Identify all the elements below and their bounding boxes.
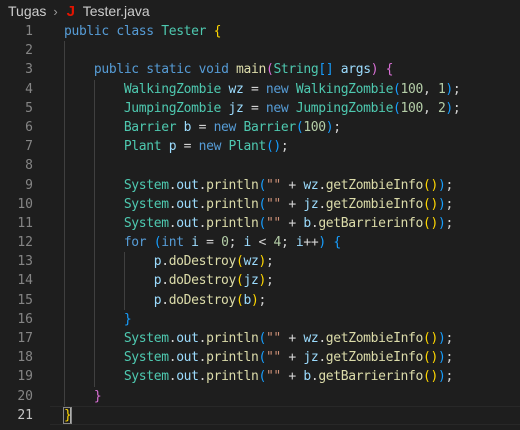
code-text[interactable]: for (int i = 0; i < 4; i++) { <box>64 233 341 252</box>
line-number: 13 <box>17 254 33 270</box>
code-text[interactable]: System.out.println("" + jz.getZombieInfo… <box>64 348 453 367</box>
indent-guide <box>64 156 65 176</box>
code-text[interactable]: System.out.println("" + jz.getZombieInfo… <box>64 195 453 214</box>
code-text[interactable]: p.doDestroy(wz); <box>64 252 274 271</box>
java-file-icon: J <box>66 2 75 20</box>
code-line[interactable]: 13 p.doDestroy(wz); <box>0 252 520 272</box>
line-number: 21 <box>17 407 33 423</box>
breadcrumb-folder[interactable]: Tugas <box>8 3 46 19</box>
code-text[interactable]: p.doDestroy(jz); <box>64 271 274 290</box>
code-line[interactable]: 5 JumpingZombie jz = new JumpingZombie(1… <box>0 98 520 118</box>
line-number: 6 <box>25 119 33 135</box>
code-line[interactable]: 1 public class Tester { <box>0 22 520 41</box>
line-number: 8 <box>25 158 33 174</box>
code-text[interactable]: public static void main(String[] args) { <box>64 60 394 79</box>
code-text[interactable]: public class Tester { <box>64 22 221 41</box>
code-text[interactable]: Barrier b = new Barrier(100); <box>64 118 341 137</box>
code-editor[interactable]: 1 public class Tester {2 3 public static v… <box>0 22 520 430</box>
line-number: 1 <box>25 24 33 39</box>
line-number: 9 <box>25 177 33 193</box>
line-number: 18 <box>17 350 33 366</box>
line-number: 2 <box>25 43 33 59</box>
line-number: 16 <box>17 311 33 327</box>
code-line[interactable]: 20 } <box>0 386 520 406</box>
code-line[interactable]: 3 public static void main(String[] args)… <box>0 60 520 80</box>
breadcrumb: Tugas › J Tester.java <box>0 0 520 22</box>
code-text[interactable]: } <box>64 387 102 406</box>
code-line[interactable]: 14 p.doDestroy(jz); <box>0 271 520 291</box>
text-cursor <box>70 407 73 424</box>
code-text[interactable]: p.doDestroy(b); <box>64 291 267 310</box>
chevron-right-icon: › <box>53 3 58 19</box>
code-line[interactable]: 18 System.out.println("" + jz.getZombieI… <box>0 348 520 368</box>
code-line[interactable]: 15 p.doDestroy(b); <box>0 290 520 310</box>
line-number: 11 <box>17 215 33 231</box>
code-line[interactable]: 19 System.out.println("" + b.getBarrieri… <box>0 367 520 387</box>
line-number: 14 <box>17 273 33 289</box>
current-line-highlight <box>50 405 520 425</box>
code-line[interactable]: 16 } <box>0 309 520 329</box>
line-number: 15 <box>17 292 33 308</box>
code-text[interactable]: System.out.println("" + b.getBarrierinfo… <box>64 214 453 233</box>
indent-guide <box>93 156 95 176</box>
code-text[interactable]: System.out.println("" + b.getBarrierinfo… <box>64 367 453 386</box>
code-line[interactable]: 11 System.out.println("" + b.getBarrieri… <box>0 213 520 234</box>
code-line[interactable]: 7 Plant p = new Plant(); <box>0 137 520 157</box>
code-line[interactable]: 21} <box>0 405 520 425</box>
line-number: 19 <box>17 369 33 385</box>
code-text[interactable]: Plant p = new Plant(); <box>64 137 289 156</box>
code-line[interactable]: 6 Barrier b = new Barrier(100); <box>0 117 520 138</box>
line-number: 12 <box>17 235 33 251</box>
code-line[interactable]: 9 System.out.println("" + wz.getZombieIn… <box>0 175 520 195</box>
line-number: 5 <box>25 100 33 116</box>
code-text[interactable]: JumpingZombie jz = new JumpingZombie(100… <box>64 99 461 118</box>
line-number: 7 <box>25 139 33 155</box>
code-text[interactable]: System.out.println("" + wz.getZombieInfo… <box>64 329 453 348</box>
line-number: 10 <box>17 196 33 212</box>
code-text[interactable]: } <box>64 310 132 329</box>
indent-guide <box>64 41 65 61</box>
line-number: 3 <box>25 62 33 78</box>
line-number: 17 <box>17 331 33 346</box>
code-line[interactable]: 10 System.out.println("" + jz.getZombieI… <box>0 194 520 214</box>
code-line[interactable]: 4 WalkingZombie wz = new WalkingZombie(1… <box>0 79 520 99</box>
code-text[interactable]: } <box>62 406 73 425</box>
code-line[interactable]: 12 for (int i = 0; i < 4; i++) { <box>0 233 520 253</box>
code-line[interactable]: 2 <box>0 41 520 61</box>
breadcrumb-file[interactable]: Tester.java <box>83 3 150 19</box>
code-text[interactable]: System.out.println("" + wz.getZombieInfo… <box>64 176 453 195</box>
code-line[interactable]: 8 <box>0 156 520 176</box>
line-number: 4 <box>25 81 33 97</box>
line-number: 20 <box>17 388 33 404</box>
code-line[interactable]: 17 System.out.println("" + wz.getZombieI… <box>0 329 520 349</box>
code-text[interactable]: WalkingZombie wz = new WalkingZombie(100… <box>64 80 461 99</box>
